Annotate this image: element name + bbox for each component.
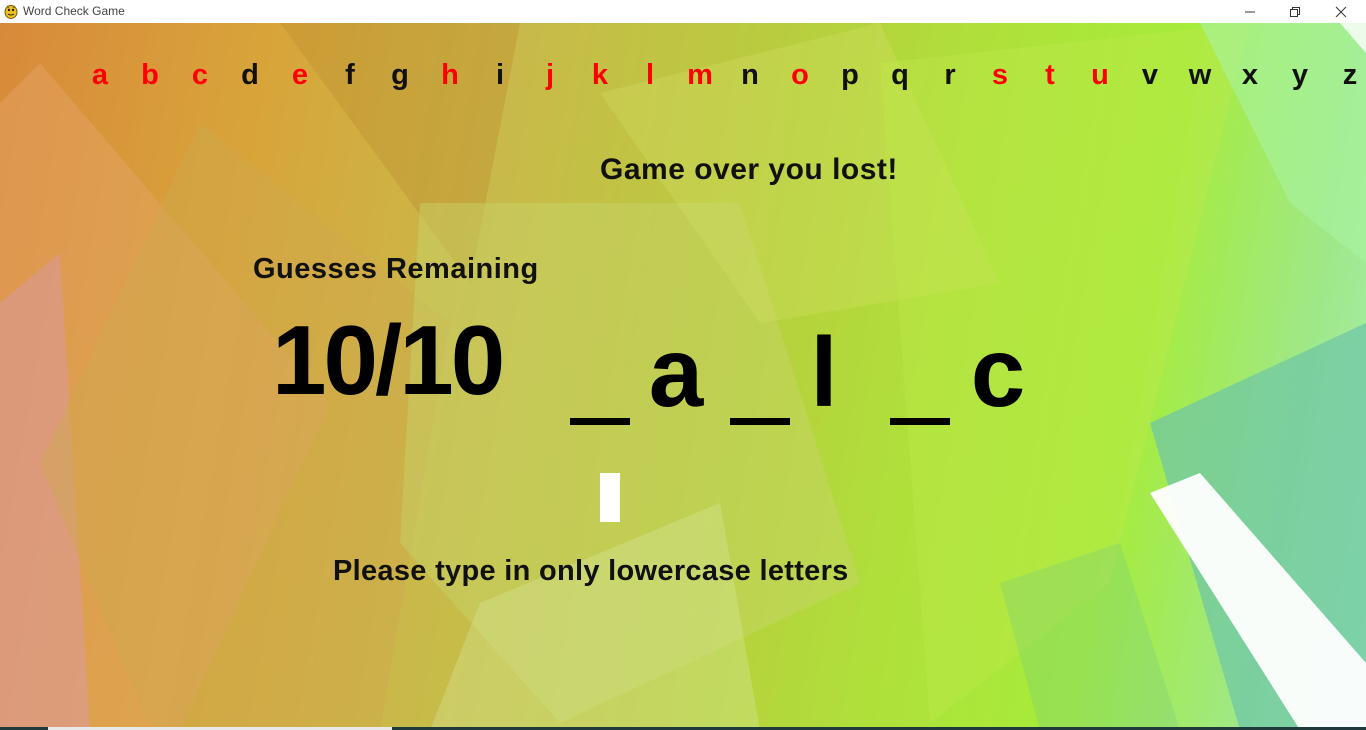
alphabet-letter-p: p xyxy=(841,59,859,91)
revealed-letter-slot: c xyxy=(968,323,1028,433)
alphabet-letter-l: l xyxy=(645,59,655,91)
window-title: Word Check Game xyxy=(23,4,125,18)
alphabet-letter-z: z xyxy=(1342,59,1358,91)
alphabet-letter-u: u xyxy=(1091,59,1109,91)
alphabet-row: abcde f gh i j k lmnopq r s t uvwxy z xyxy=(0,59,1366,99)
game-canvas[interactable]: abcdefghijklmnopqrstuvwxyz Game over you… xyxy=(0,23,1366,730)
alphabet-letter-g: g xyxy=(391,59,409,91)
alphabet-letter-q: q xyxy=(891,59,909,91)
alphabet-letter-v: v xyxy=(1141,59,1159,91)
guesses-remaining-label: Guesses Remaining xyxy=(253,253,539,285)
input-cursor[interactable] xyxy=(600,473,620,522)
blank-letter-slot xyxy=(570,323,630,433)
blank-underscore xyxy=(730,418,790,425)
instruction-text: Please type in only lowercase letters xyxy=(333,555,849,587)
blank-underscore xyxy=(890,418,950,425)
revealed-letter-slot: a xyxy=(646,323,706,433)
alphabet-letter-f: f xyxy=(345,59,355,91)
revealed-letter: c xyxy=(970,317,1026,427)
blank-letter-slot xyxy=(890,323,950,433)
alphabet-letter-h: h xyxy=(441,59,459,91)
blank-letter-slot xyxy=(730,323,790,433)
alphabet-letter-m: m xyxy=(687,59,713,91)
restore-icon xyxy=(1290,6,1300,17)
app-icon xyxy=(4,5,18,19)
alphabet-letter-x: x xyxy=(1241,59,1259,91)
alphabet-letter-i: i xyxy=(495,59,505,91)
guesses-remaining-count: 10/10 xyxy=(272,305,505,415)
restore-button[interactable] xyxy=(1272,0,1318,23)
alphabet-letter-r: r xyxy=(944,59,956,91)
close-icon xyxy=(1335,6,1347,17)
alphabet-letter-d: d xyxy=(241,59,259,91)
alphabet-letter-n: n xyxy=(741,59,759,91)
alphabet-letter-b: b xyxy=(141,59,159,91)
alphabet-letter-j: j xyxy=(545,59,555,91)
alphabet-letter-s: s xyxy=(991,59,1009,91)
blank-underscore xyxy=(570,418,630,425)
window-titlebar: Word Check Game xyxy=(0,0,1366,23)
game-over-message: Game over you lost! xyxy=(600,153,898,186)
alphabet-letter-a: a xyxy=(91,59,109,91)
alphabet-letter-e: e xyxy=(291,59,309,91)
alphabet-letter-y: y xyxy=(1291,59,1309,91)
minimize-icon xyxy=(1245,11,1255,12)
alphabet-letter-o: o xyxy=(791,59,809,91)
revealed-letter-slot: l xyxy=(794,323,854,433)
alphabet-letter-c: c xyxy=(191,59,209,91)
alphabet-letter-w: w xyxy=(1188,59,1212,91)
close-button[interactable] xyxy=(1318,0,1364,23)
revealed-letter: a xyxy=(648,317,704,427)
alphabet-letter-k: k xyxy=(591,59,609,91)
alphabet-letter-t: t xyxy=(1045,59,1055,91)
minimize-button[interactable] xyxy=(1227,0,1273,23)
revealed-letter: l xyxy=(810,317,838,427)
